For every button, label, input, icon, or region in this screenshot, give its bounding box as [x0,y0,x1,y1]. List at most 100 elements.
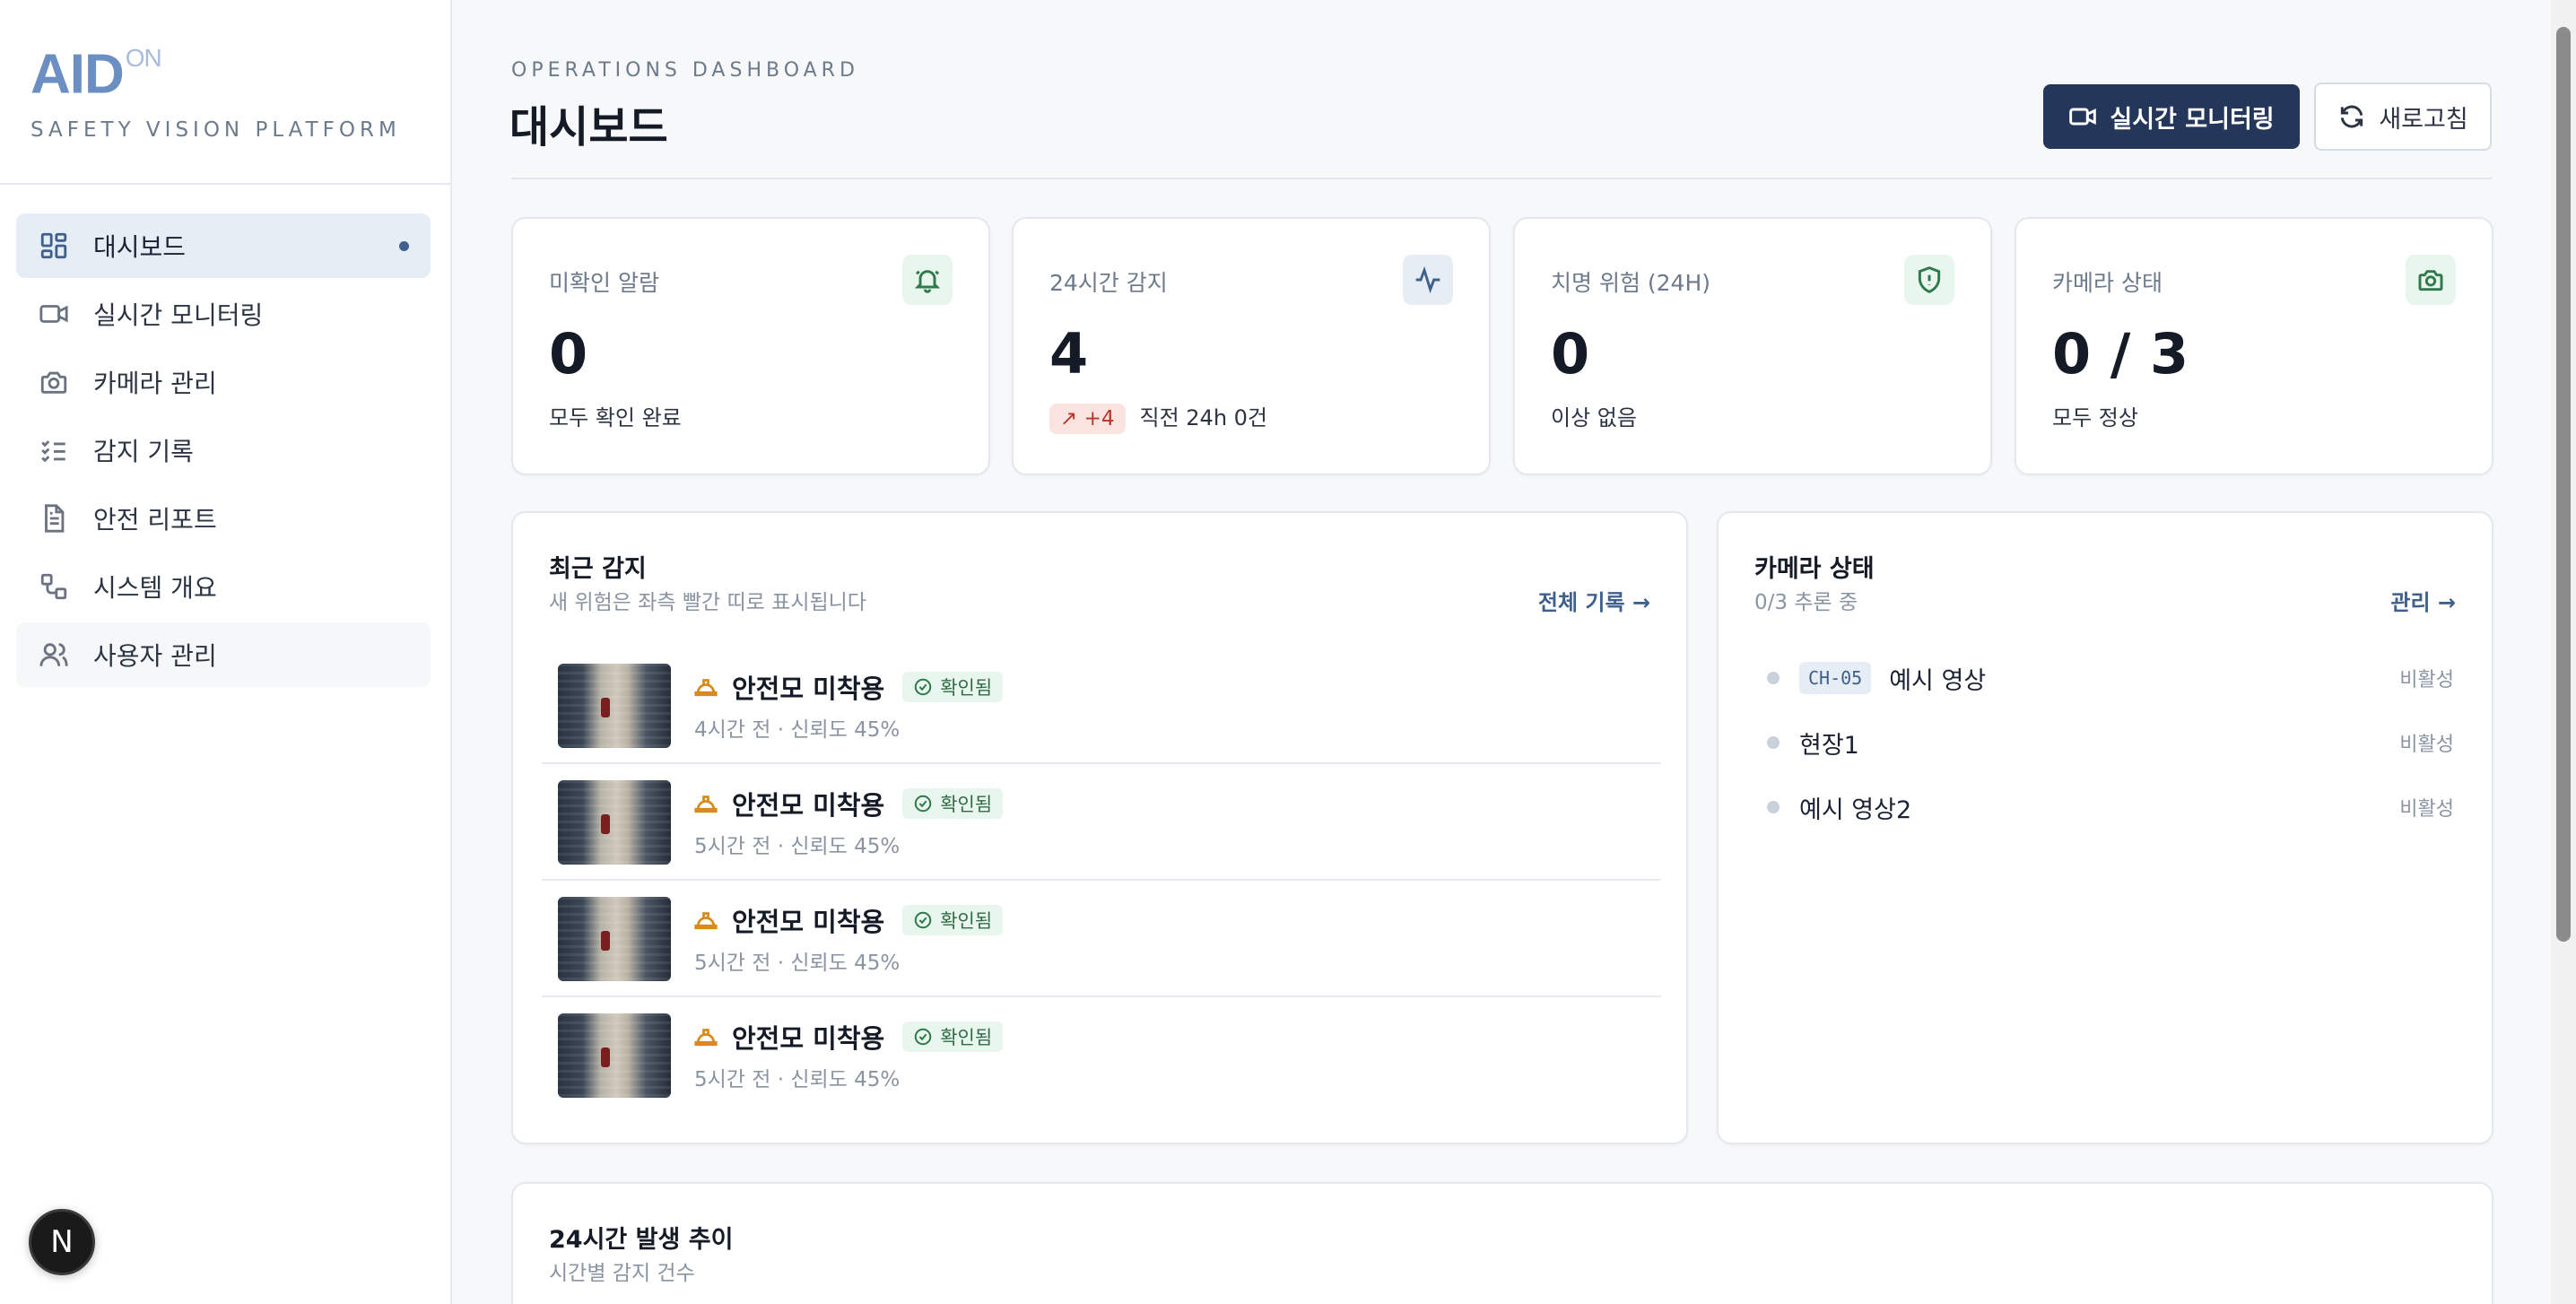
list-item[interactable]: 안전모 미착용 확인됨 5시간 전 · 신뢰도 45% [542,881,1661,997]
page-eyebrow: OPERATIONS DASHBOARD [511,59,859,82]
sidebar-item-label: 실시간 모니터링 [93,300,264,330]
status-badge-label: 확인됨 [940,1027,993,1048]
sidebar-item-label: 시스템 개요 [93,573,217,603]
stat-value: 0 / 3 [2052,321,2189,387]
status-badge-label: 확인됨 [940,677,993,699]
panel-title: 카메라 상태 [1754,555,1875,583]
stat-card-critical-risk: 치명 위험 (24H) 0 이상 없음 [1513,217,1992,475]
channel-code-badge: CH-05 [1799,662,1872,694]
check-circle-icon [914,678,932,696]
list-item[interactable]: 안전모 미착용 확인됨 5시간 전 · 신뢰도 45% [542,997,1661,1114]
camera-status-text: 비활성 [2399,734,2454,756]
sidebar-item-label: 사용자 관리 [93,641,217,671]
status-badge: 확인됨 [902,788,1004,819]
sidebar-item-user-management[interactable]: 사용자 관리 [16,622,431,687]
camera-name: 예시 영상 [1889,666,1987,695]
sidebar-divider [0,183,452,185]
panel-subtitle: 0/3 추론 중 [1754,591,1858,614]
refresh-button[interactable]: 새로고침 [2314,83,2492,151]
detection-name: 안전모 미착용 [732,790,885,821]
logo-sup: ON [125,44,162,72]
hourly-trend-panel: 24시간 발생 추이 시간별 감지 건수 [511,1182,2493,1304]
camera-icon [2406,255,2456,305]
detection-name: 안전모 미착용 [732,907,885,937]
sidebar-item-live-monitoring[interactable]: 실시간 모니터링 [16,282,431,346]
stat-label: 치명 위험 (24H) [1551,270,1711,296]
status-dot [1767,672,1780,684]
users-icon [38,639,70,671]
trend-delta-badge: ↗ +4 [1049,404,1126,434]
stat-card-24h-detections: 24시간 감지 4 ↗ +4 직전 24h 0건 [1012,217,1491,475]
panel-title: 최근 감지 [549,555,647,583]
sidebar-item-detection-log[interactable]: 감지 기록 [16,418,431,482]
sidebar-item-system-overview[interactable]: 시스템 개요 [16,554,431,619]
refresh-button-label: 새로고침 [2379,105,2468,134]
status-badge-label: 확인됨 [940,794,993,815]
camera-status-text: 비활성 [2399,669,2454,691]
detection-meta: 5시간 전 · 신뢰도 45% [694,952,901,975]
panel-title: 24시간 발생 추이 [549,1226,734,1254]
list-item[interactable]: 안전모 미착용 확인됨 5시간 전 · 신뢰도 45% [542,764,1661,881]
sidebar-item-label: 카메라 관리 [93,369,217,398]
check-circle-icon [914,795,932,813]
detection-meta: 4시간 전 · 신뢰도 45% [694,718,901,742]
dev-tools-badge[interactable]: N [29,1209,95,1275]
detection-thumbnail [558,664,671,748]
stat-subtext: 모두 정상 [2052,405,2138,430]
camera-list: CH-05 예시 영상 비활성 현장1 비활성 예시 영상2 비활성 [1754,646,2454,839]
list-item[interactable]: 안전모 미착용 확인됨 4시간 전 · 신뢰도 45% [542,648,1661,764]
detection-name: 안전모 미착용 [732,674,885,704]
header-divider [511,178,2492,179]
scrollbar-thumb[interactable] [2556,27,2571,942]
status-dot [1767,736,1780,749]
hard-hat-icon [692,674,719,700]
sidebar-item-label: 감지 기록 [93,437,194,466]
stat-label: 미확인 알람 [549,270,659,296]
stat-subtext: 이상 없음 [1551,405,1637,430]
page-scrollbar[interactable] [2551,0,2576,1304]
status-dot [1767,801,1780,813]
status-badge: 확인됨 [902,672,1004,702]
sidebar: AIDON SAFETY VISION PLATFORM 대시보드 실시간 모니… [0,0,452,1304]
active-indicator-dot [399,241,409,251]
camera-name: 현장1 [1799,731,1859,760]
sidebar-item-dashboard[interactable]: 대시보드 [16,213,431,278]
camera-row[interactable]: 현장1 비활성 [1754,710,2454,775]
refresh-icon [2337,102,2366,131]
stat-subtext: 모두 확인 완료 [549,405,682,430]
stat-card-unconfirmed-alarms: 미확인 알람 0 모두 확인 완료 [511,217,990,475]
status-badge: 확인됨 [902,905,1004,935]
panel-subtitle: 새 위험은 좌측 빨간 띠로 표시됩니다 [549,591,866,614]
detection-meta: 5시간 전 · 신뢰도 45% [694,835,901,858]
live-monitoring-button[interactable]: 실시간 모니터링 [2043,84,2300,149]
list-check-icon [38,434,70,466]
detection-name: 안전모 미착용 [732,1023,885,1054]
stat-subtext-row: ↗ +4 직전 24h 0건 [1049,400,1267,434]
camera-status-text: 비활성 [2399,798,2454,821]
status-badge: 확인됨 [902,1021,1004,1052]
camera-row[interactable]: CH-05 예시 영상 비활성 [1754,646,2454,710]
view-all-records-link[interactable]: 전체 기록 → [1538,585,1650,616]
brand-logo[interactable]: AIDON [30,32,162,109]
stat-value: 0 [1551,321,1590,387]
bell-icon [902,255,953,305]
hard-hat-icon [692,790,719,817]
manage-cameras-link[interactable]: 관리 → [2390,585,2456,616]
logo-text: AIDON [30,32,162,109]
sidebar-item-safety-report[interactable]: 안전 리포트 [16,486,431,551]
logo-main: AID [30,43,125,106]
grid-icon [38,230,70,262]
stat-subtext: 직전 24h 0건 [1139,405,1268,430]
sidebar-item-label: 대시보드 [93,232,187,262]
sidebar-item-camera-management[interactable]: 카메라 관리 [16,350,431,414]
camera-row[interactable]: 예시 영상2 비활성 [1754,775,2454,839]
hard-hat-icon [692,907,719,934]
stat-value: 4 [1049,321,1089,387]
live-monitoring-button-label: 실시간 모니터링 [2110,105,2275,134]
detection-thumbnail [558,780,671,865]
video-icon [38,298,70,330]
video-icon [2068,102,2097,131]
check-circle-icon [914,911,932,929]
check-circle-icon [914,1028,932,1046]
stat-label: 카메라 상태 [2052,270,2163,296]
